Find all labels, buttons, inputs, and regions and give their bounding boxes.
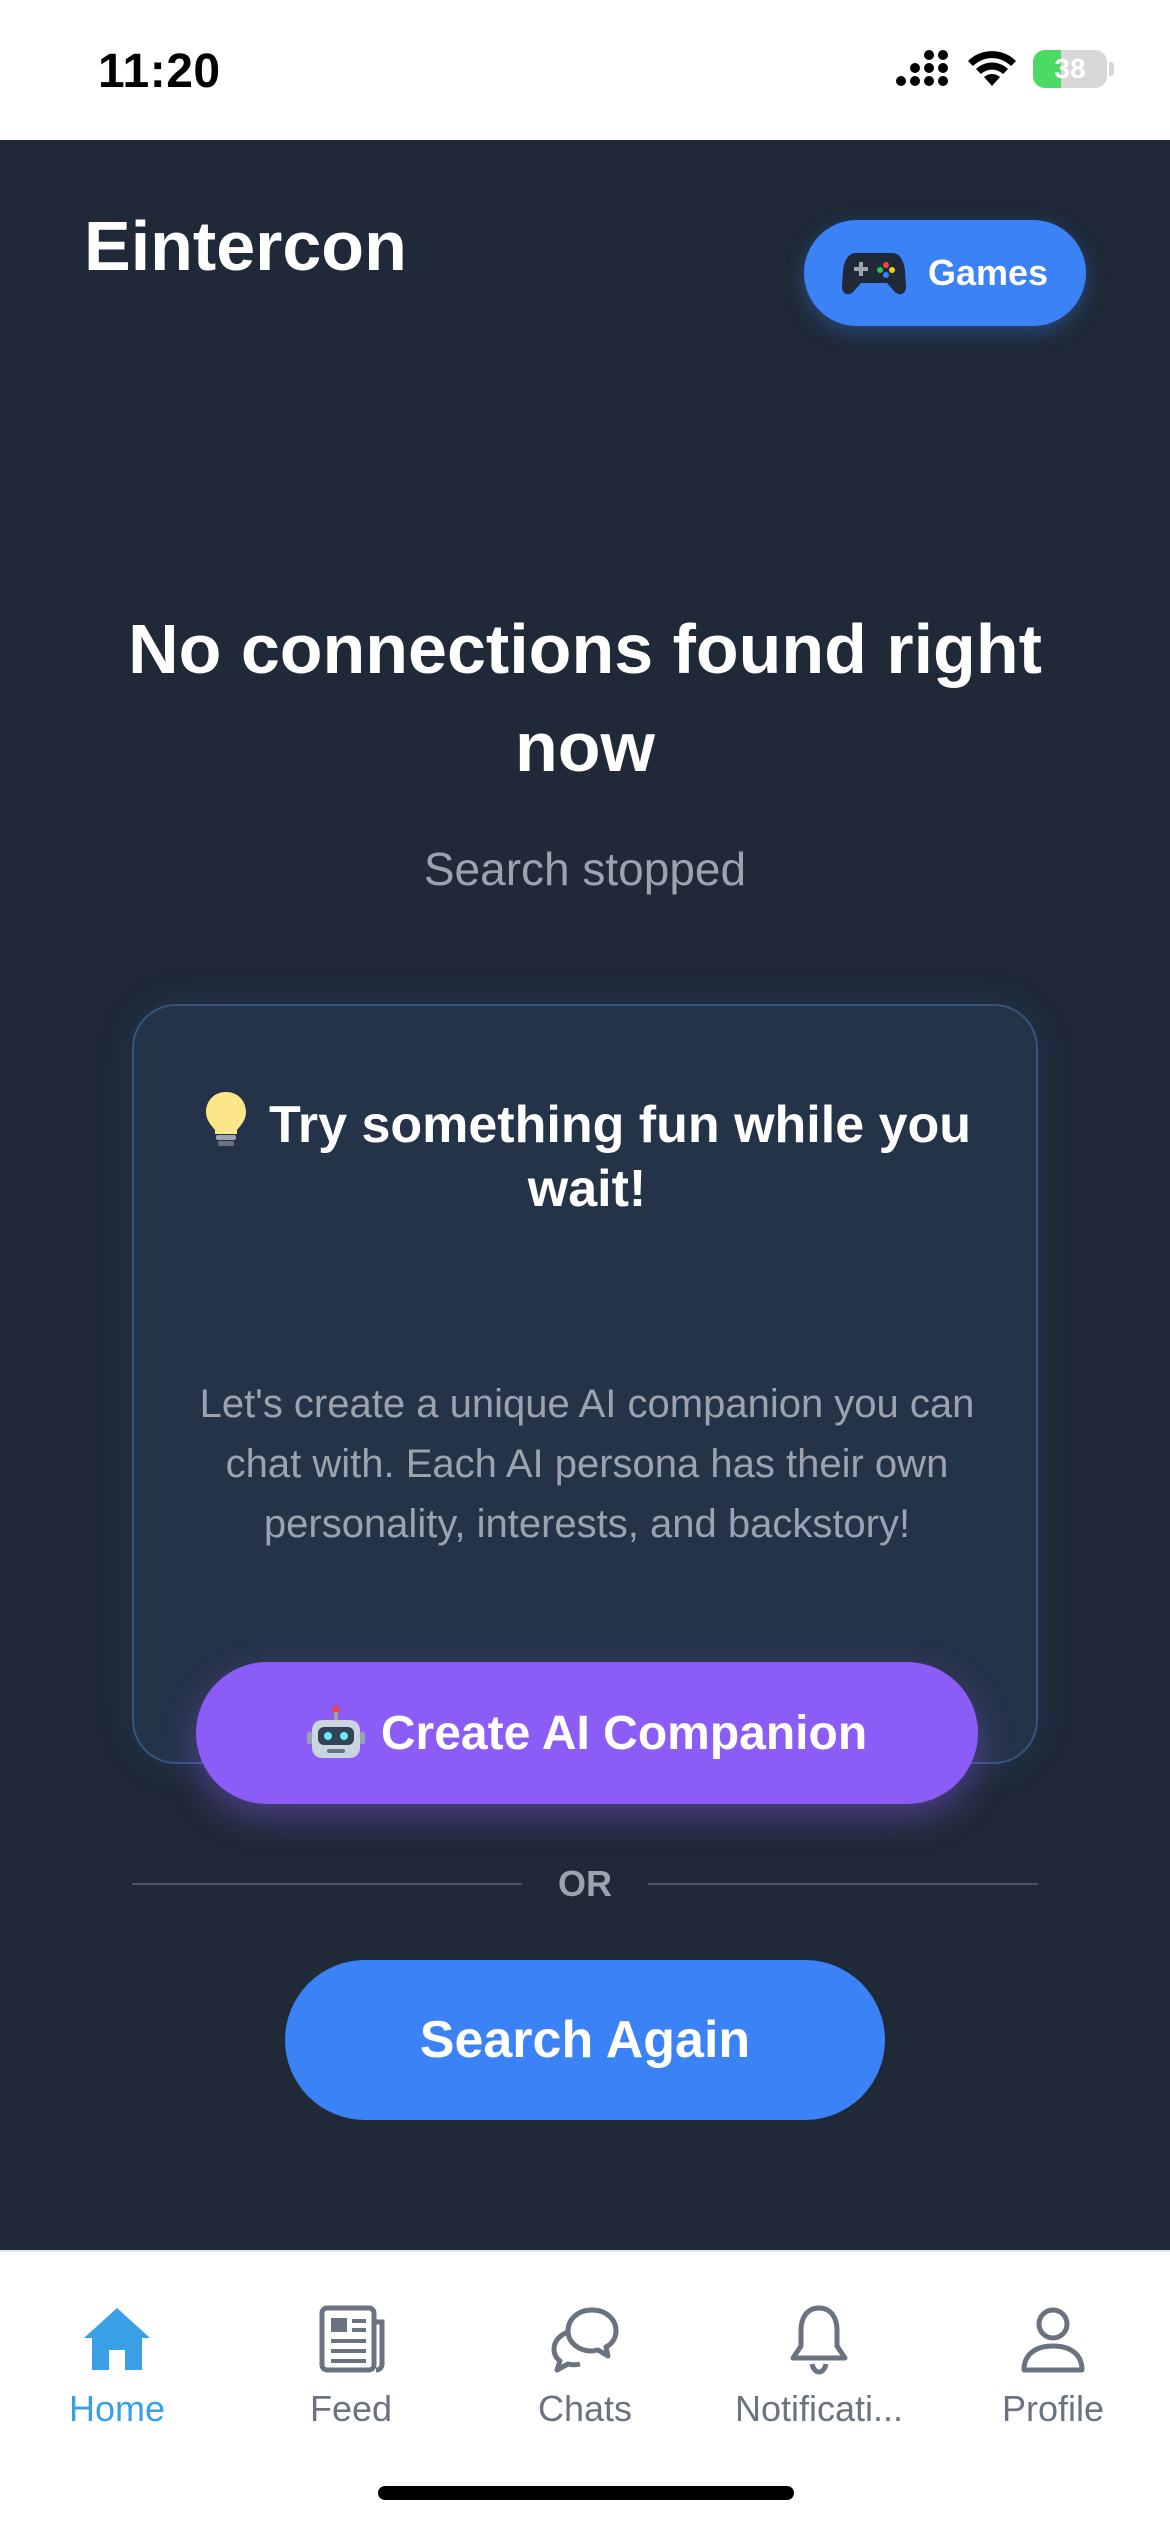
app-screen: Eintercon Games No connections found rig… — [0, 140, 1170, 2250]
tab-notifications[interactable]: Notificati... — [702, 2302, 936, 2452]
create-ai-companion-button[interactable]: Create AI Companion — [196, 1662, 978, 1804]
tab-profile[interactable]: Profile — [936, 2302, 1170, 2452]
divider-line-left — [132, 1883, 522, 1885]
tab-home[interactable]: Home — [0, 2302, 234, 2452]
home-icon — [84, 2308, 150, 2370]
tab-profile-label: Profile — [1001, 2388, 1105, 2429]
divider-label: OR — [558, 1863, 612, 1904]
search-again-button[interactable]: Search Again — [285, 1960, 885, 2120]
or-divider: OR — [132, 1854, 1038, 1914]
wifi-icon — [968, 51, 1016, 86]
games-button[interactable]: Games — [804, 220, 1086, 326]
page-headline: No connections found right now — [128, 610, 1042, 786]
chat-bubbles-icon — [551, 2307, 619, 2373]
card-title: Try something fun while you wait! — [184, 1090, 990, 1221]
status-icons: 38 — [895, 50, 1114, 88]
robot-icon — [306, 1706, 365, 1758]
games-button-label: Games — [927, 252, 1049, 293]
ai-companion-card: Try something fun while you wait! Let's … — [132, 1004, 1038, 1804]
tab-feed-label: Feed — [309, 2388, 393, 2429]
battery-cap — [1109, 62, 1114, 76]
status-time: 11:20 — [98, 45, 221, 98]
status-bar: 11:20 38 — [0, 0, 1170, 140]
battery-level: 38 — [1054, 53, 1086, 84]
tab-feed[interactable]: Feed — [234, 2302, 468, 2452]
card-title-text: Try something fun while you wait! — [268, 1096, 972, 1218]
lightbulb-icon — [205, 1092, 246, 1146]
person-icon — [1021, 2307, 1085, 2373]
gamepad-icon — [841, 253, 906, 295]
home-indicator — [378, 2486, 794, 2500]
newspaper-icon — [319, 2305, 385, 2373]
bell-icon — [790, 2305, 848, 2375]
tab-chats[interactable]: Chats — [468, 2302, 702, 2452]
search-status-text: Search stopped — [423, 843, 747, 895]
tab-home-label: Home — [68, 2388, 166, 2429]
cellular-signal-icon — [896, 50, 948, 86]
card-description: Let's create a unique AI companion you c… — [199, 1382, 975, 1546]
create-ai-companion-label: Create AI Companion — [380, 1706, 868, 1760]
tab-chats-label: Chats — [537, 2388, 633, 2429]
app-title: Eintercon — [84, 207, 407, 285]
battery-icon: 38 — [1033, 50, 1107, 88]
tab-notifications-label: Notificati... — [734, 2388, 904, 2429]
divider-line-right — [648, 1883, 1038, 1885]
